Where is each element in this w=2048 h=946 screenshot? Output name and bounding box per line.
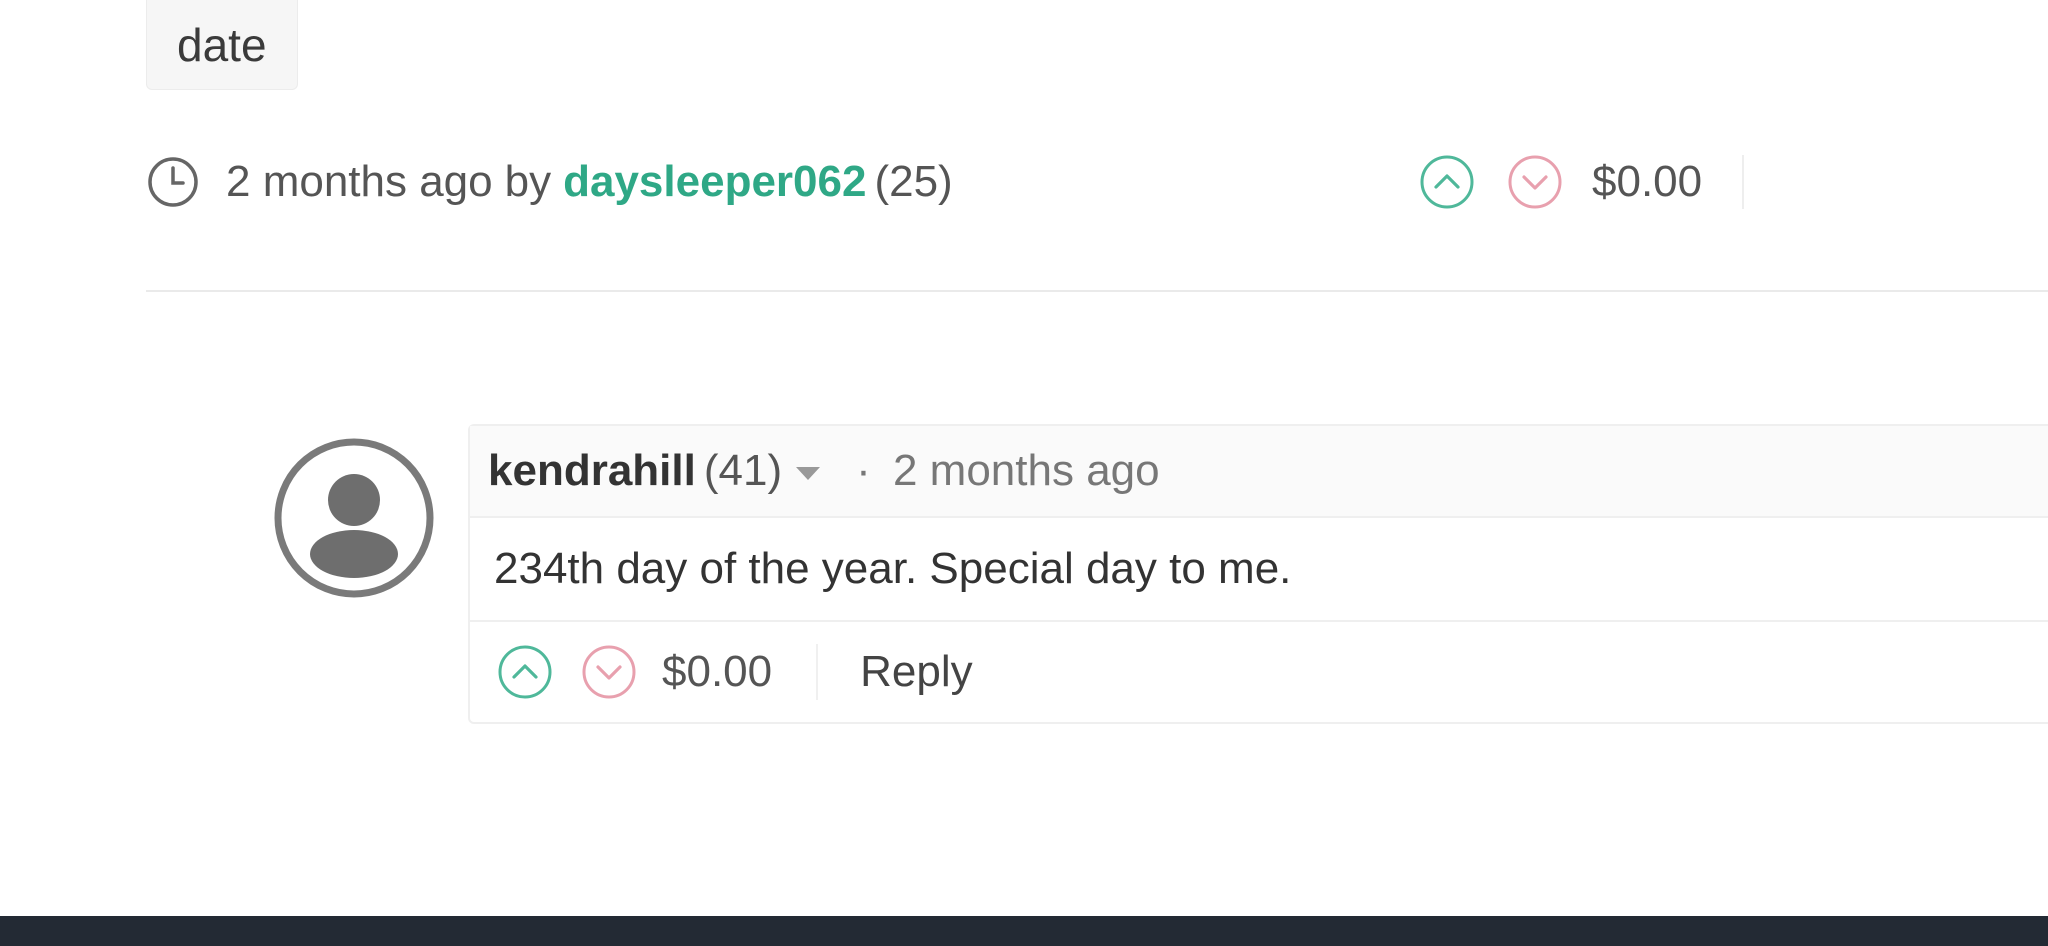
- comment: kendrahill (41) · 2 months ago 234th day…: [468, 424, 2048, 724]
- comment-time-text: 2 months ago: [892, 446, 1160, 495]
- page: date 2 months ago by daysleeper062 (25): [0, 0, 2048, 946]
- comment-author-reputation: (41): [703, 446, 783, 495]
- tag-label: date: [177, 18, 267, 71]
- post-author-link[interactable]: daysleeper062: [563, 157, 866, 207]
- chevron-up-circle-icon: [498, 645, 552, 699]
- clock-icon: [146, 155, 200, 209]
- comment-body: 234th day of the year. Special day to me…: [470, 518, 2048, 622]
- post-votes: $0.00: [1418, 152, 1745, 212]
- chevron-down-circle-icon: [582, 645, 636, 699]
- comment-payout[interactable]: $0.00: [662, 647, 772, 697]
- upvote-button[interactable]: [1418, 153, 1476, 211]
- comment-header: kendrahill (41) · 2 months ago: [470, 426, 2048, 518]
- post-payout[interactable]: $0.00: [1592, 157, 1702, 207]
- post-time: 2 months ago: [226, 157, 493, 206]
- post-author-reputation: (25): [874, 157, 953, 206]
- chevron-down-circle-icon: [1508, 155, 1562, 209]
- payout-divider: [1742, 155, 1745, 209]
- bottom-bar: [0, 916, 2048, 946]
- user-silhouette-icon: [274, 438, 434, 598]
- avatar[interactable]: [272, 436, 436, 600]
- footer-divider: [816, 644, 819, 700]
- post-by-label: by: [504, 157, 552, 206]
- post-meta: 2 months ago by daysleeper062 (25): [146, 152, 953, 212]
- comment-author-link[interactable]: kendrahill: [488, 446, 696, 496]
- caret-down-icon[interactable]: [796, 466, 821, 480]
- reply-button[interactable]: Reply: [860, 647, 973, 697]
- chevron-up-circle-icon: [1420, 155, 1474, 209]
- comment-footer: $0.00 Reply: [470, 622, 2048, 722]
- tag-chip[interactable]: date: [146, 0, 298, 90]
- downvote-button[interactable]: [1506, 153, 1564, 211]
- comment-time-separator: ·: [856, 446, 871, 495]
- section-divider: [146, 290, 2048, 292]
- comment-downvote-button[interactable]: [580, 643, 638, 701]
- comment-upvote-button[interactable]: [496, 643, 554, 701]
- comment-time[interactable]: · 2 months ago: [856, 446, 1160, 496]
